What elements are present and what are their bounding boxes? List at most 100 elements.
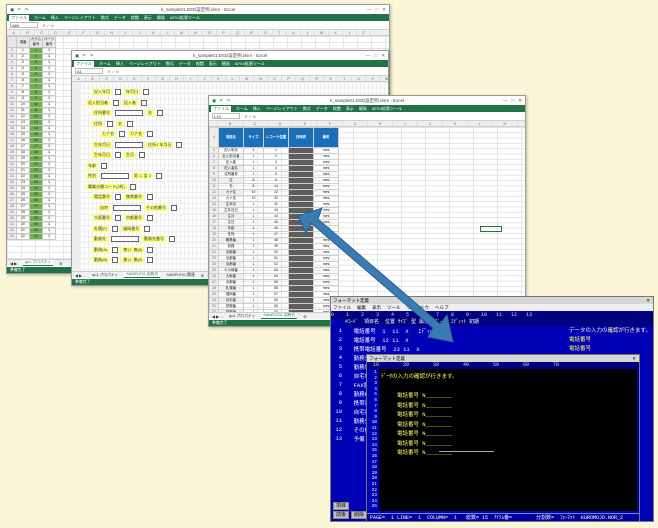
form-input[interactable]	[139, 152, 145, 158]
close-icon[interactable]: ✕	[518, 98, 522, 104]
form-input[interactable]	[147, 215, 153, 221]
quick-access-icon[interactable]: ▣ ↶ ↷	[75, 53, 94, 59]
sheet-tab[interactable]: qu1.プロパティ	[92, 273, 118, 278]
form-input[interactable]	[115, 215, 121, 221]
ribbon-tab[interactable]: AFX4拡張ツール	[372, 106, 402, 112]
form-input[interactable]	[129, 183, 136, 190]
item-button[interactable]: 項目	[333, 502, 350, 510]
delete-button[interactable]: 削除	[351, 511, 368, 519]
ribbon-tab[interactable]: ページレイアウト	[129, 61, 161, 67]
ribbon-tab[interactable]: 挿入	[116, 61, 124, 67]
maximize-icon[interactable]: □	[375, 53, 378, 58]
selected-cell[interactable]	[480, 226, 502, 232]
form-input[interactable]	[113, 99, 119, 106]
ribbon-tab[interactable]: ホーム	[236, 106, 248, 112]
form-input[interactable]	[115, 194, 121, 200]
ribbon-tab[interactable]: データ	[114, 15, 126, 21]
quick-access-icon[interactable]: ▣ ↶ ↷	[10, 7, 29, 13]
form-input[interactable]	[119, 131, 125, 137]
form-input[interactable]	[107, 120, 113, 127]
form-input[interactable]	[112, 257, 119, 263]
add-sheet-icon[interactable]: ⊕	[201, 273, 204, 278]
editor-line[interactable]: 電話番号 12 11 X	[347, 336, 409, 344]
ribbon-tab[interactable]: 表示	[209, 61, 217, 67]
menu-item[interactable]: ファイル	[333, 305, 351, 311]
form-input[interactable]	[155, 173, 162, 179]
sheet-nav-icon[interactable]: ◀ ▶ ...	[212, 314, 223, 319]
menu-item[interactable]: ウィンドウ	[407, 305, 430, 311]
phone-field[interactable]: 電話番号 N________	[397, 401, 452, 409]
sheet-tab[interactable]: qu1.プロパティ	[229, 314, 255, 319]
form-input[interactable]	[115, 152, 121, 158]
order-button[interactable]: 前後	[333, 511, 350, 519]
phone-field[interactable]: 電話番号 N________	[397, 439, 452, 447]
form-input[interactable]	[141, 99, 147, 106]
ribbon-tab[interactable]: 挿入	[253, 106, 261, 112]
name-box[interactable]: A1	[75, 68, 103, 74]
table-cell[interactable]: 1	[42, 233, 56, 240]
ribbon-tab[interactable]: ページレイアウト	[266, 106, 298, 112]
maximize-icon[interactable]: □	[512, 98, 515, 103]
ribbon-tab[interactable]: 校閲	[196, 61, 204, 67]
ribbon-tab[interactable]: 開発	[157, 15, 165, 21]
ribbon-tab[interactable]: AFX4拡張ツール	[235, 61, 265, 67]
menu-item[interactable]: 表示	[372, 305, 381, 311]
add-sheet-icon[interactable]: ⊕	[303, 314, 306, 319]
form-input[interactable]	[101, 162, 107, 169]
close-icon[interactable]: ✕	[646, 298, 650, 304]
ribbon-tab[interactable]: ページレイアウト	[64, 15, 96, 21]
table-cell[interactable]: 32	[29, 233, 43, 240]
maximize-icon[interactable]: □	[376, 7, 379, 12]
form-input[interactable]	[169, 236, 175, 242]
ribbon-tab[interactable]: 開発	[222, 61, 230, 67]
name-box[interactable]: L19	[212, 113, 240, 119]
editor-line[interactable]: 電話番号 1 11 X ｴﾃﾞｨｯﾄ	[347, 327, 438, 335]
sheet-tab[interactable]: SAMPLE01.関連	[166, 273, 194, 278]
close-icon[interactable]: ✕	[381, 53, 385, 59]
ribbon-tab[interactable]: AFX4拡張ツール	[170, 15, 200, 21]
form-input[interactable]	[115, 89, 121, 95]
form-input[interactable]	[176, 141, 183, 148]
sheet-nav-icon[interactable]: ◀ ▶ ...	[75, 273, 86, 278]
minimize-icon[interactable]: —	[367, 7, 372, 12]
close-icon[interactable]: ✕	[632, 356, 636, 362]
form-input[interactable]	[157, 110, 163, 116]
ribbon-tab[interactable]: 開発	[359, 106, 367, 112]
ribbon-tab[interactable]: 表示	[346, 106, 354, 112]
fx-icon[interactable]: ✕ ✓ fx	[42, 23, 54, 28]
form-input[interactable]	[147, 131, 153, 137]
ribbon-tab[interactable]: 数式	[101, 15, 109, 21]
quick-access-icon[interactable]: ▣ ↶ ↷	[212, 98, 231, 104]
ribbon-tab[interactable]: ホーム	[99, 61, 111, 67]
form-input[interactable]	[112, 225, 119, 232]
table-cell[interactable]: 32	[16, 233, 30, 240]
form-input[interactable]	[147, 194, 153, 200]
form-input[interactable]	[127, 120, 133, 127]
fx-icon[interactable]: ✕ ✓ fx	[244, 114, 256, 119]
ribbon-tab[interactable]: 数式	[303, 106, 311, 112]
phone-field[interactable]: 電話番号 N________	[397, 391, 452, 399]
sheet-tab[interactable]: SAMPLE01.固有式	[124, 272, 161, 278]
phone-field[interactable]: 電話番号 N________	[397, 448, 452, 456]
form-input[interactable]	[115, 141, 143, 148]
form-input[interactable]	[143, 89, 149, 95]
ribbon-tab[interactable]: 挿入	[51, 15, 59, 21]
form-input[interactable]	[115, 110, 143, 116]
close-icon[interactable]: ✕	[382, 7, 386, 13]
ribbon-tab[interactable]: データ	[179, 61, 191, 67]
form-input[interactable]	[101, 173, 129, 179]
phone-field[interactable]: 電話番号 N________	[397, 429, 452, 437]
ribbon-tab[interactable]: ホーム	[34, 15, 46, 21]
ribbon-tab[interactable]: ファイル	[74, 60, 94, 67]
sheet-tab[interactable]: qu1.プロパティ	[22, 260, 54, 266]
editor-canvas[interactable]: ﾃﾞｰﾀの入力の確認が行きます。 電話番号 N________ 電話番号 N___…	[379, 369, 637, 511]
phone-field[interactable]: 電話番号 N________	[397, 420, 452, 428]
ribbon-tab[interactable]: 校閲	[131, 15, 139, 21]
menu-item[interactable]: ツール	[387, 305, 401, 311]
phone-field[interactable]: 電話番号 N________	[397, 410, 452, 418]
minimize-icon[interactable]: —	[366, 53, 371, 58]
add-sheet-icon[interactable]: ⊕	[59, 261, 62, 266]
minimize-icon[interactable]: —	[503, 98, 508, 103]
name-box[interactable]: A89	[10, 22, 38, 28]
menu-item[interactable]: ヘルプ	[435, 305, 449, 311]
